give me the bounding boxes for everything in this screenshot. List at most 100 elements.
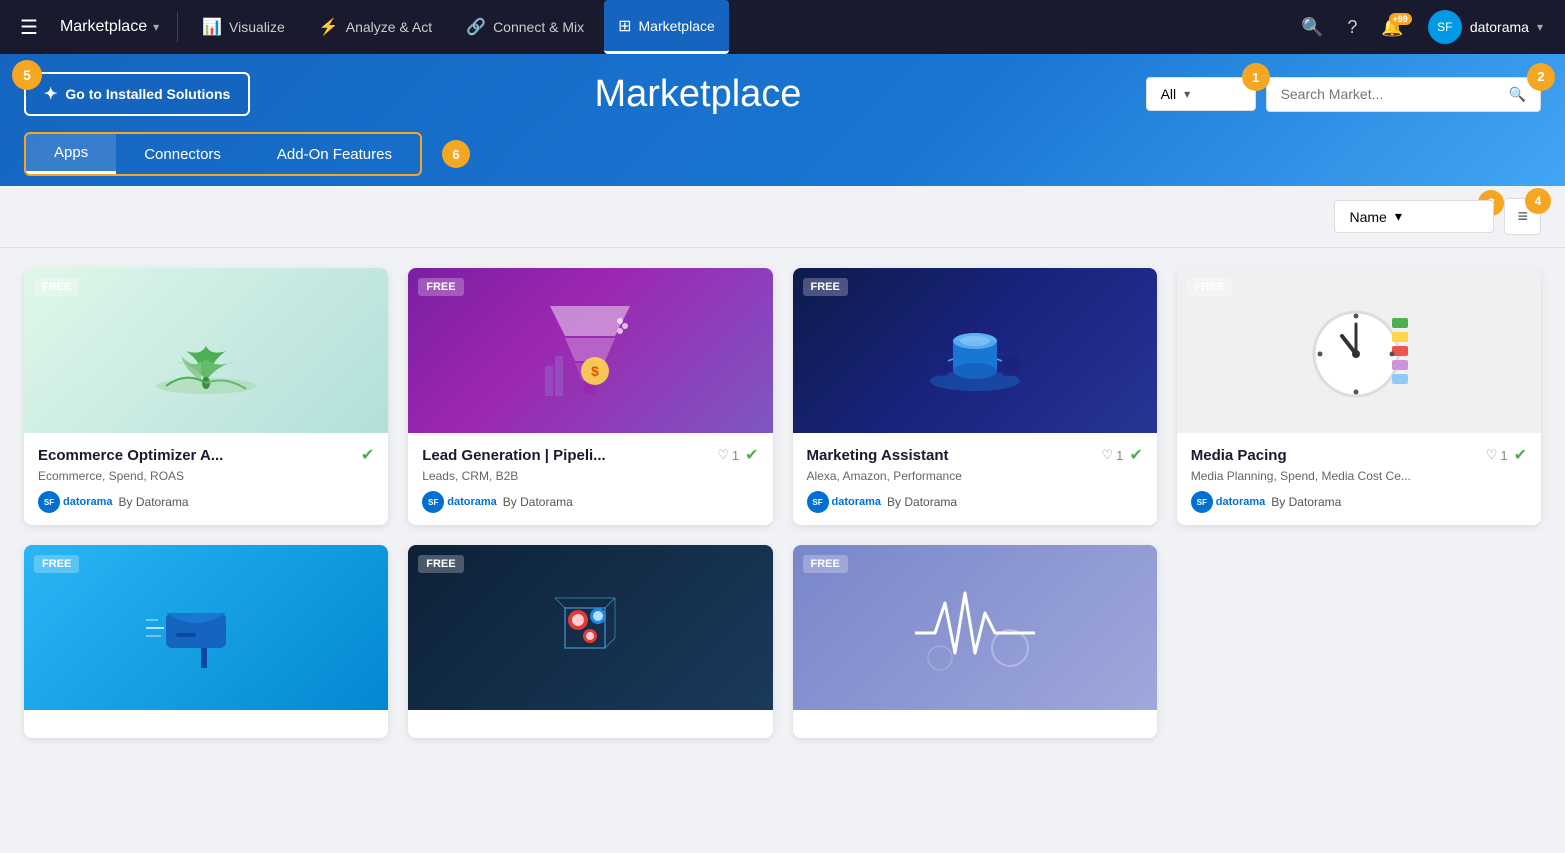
card-email-body [24, 710, 388, 738]
card-marketing-like: ♡ 1 [1101, 447, 1123, 463]
card-ecommerce-author: SF datorama By Datorama [38, 491, 374, 513]
tabs-header-row: Apps Connectors Add-On Features 6 [24, 132, 1541, 186]
card-lead-gen-check-icon: ✔ [745, 445, 758, 465]
card-marketing-tags: Alexa, Amazon, Performance [807, 469, 1143, 483]
notifications-button[interactable]: 🔔 +99 [1371, 11, 1413, 44]
badge-2: 2 [1527, 63, 1555, 91]
card-email-badge: FREE [34, 555, 79, 573]
card-media-pacing-check-icon: ✔ [1514, 445, 1527, 465]
visualize-label: Visualize [229, 19, 285, 35]
gears-illustration [540, 578, 640, 678]
card-gears[interactable]: FREE [408, 545, 772, 738]
funnel-illustration: $ [540, 296, 640, 406]
salesforce-icon-3: SF [807, 491, 829, 513]
card-media-pacing-icons: ♡ 1 ✔ [1486, 445, 1527, 465]
connect-icon: 🔗 [466, 17, 486, 37]
badge-1: 1 [1242, 63, 1270, 91]
tab-addons[interactable]: Add-On Features [249, 136, 420, 173]
filter-value: All [1161, 86, 1177, 102]
brand-chevron-icon: ▾ [153, 20, 159, 34]
visualize-icon: 📊 [202, 17, 222, 37]
nav-right: 🔍 ? 🔔 +99 SF datorama ▾ [1291, 6, 1553, 48]
card-ecommerce-image: FREE [24, 268, 388, 433]
filter-dropdown[interactable]: All ▾ [1146, 77, 1256, 111]
tab-apps[interactable]: Apps [26, 134, 116, 174]
badge-4: 4 [1525, 188, 1551, 214]
card-media-pacing-author: SF datorama By Datorama [1191, 491, 1527, 513]
brand-text: Marketplace [60, 18, 147, 36]
search-area: 1 All ▾ 2 🔍 [1146, 77, 1541, 112]
search-nav-button[interactable]: 🔍 [1291, 11, 1333, 44]
card-media-pacing-title: Media Pacing [1191, 447, 1287, 464]
datorama-logo-3: SF datorama [807, 491, 882, 513]
mail-illustration [146, 578, 266, 678]
cards-wrapper: FREE [24, 268, 1541, 738]
tabs-row: Apps Connectors Add-On Features [24, 132, 422, 176]
card-marketing-badge: FREE [803, 278, 848, 296]
card-ecommerce-body: Ecommerce Optimizer A... ✔ Ecommerce, Sp… [24, 433, 388, 525]
sort-chevron-icon: ▾ [1395, 208, 1402, 225]
salesforce-icon: SF [38, 491, 60, 513]
card-ecommerce-author-name: By Datorama [119, 495, 189, 509]
tab-connectors[interactable]: Connectors [116, 136, 249, 173]
salesforce-icon-4: SF [1191, 491, 1213, 513]
installed-btn-label: Go to Installed Solutions [65, 86, 230, 102]
installed-icon: ✦ [44, 84, 57, 104]
card-lead-gen-body: Lead Generation | Pipeli... ♡ 1 ✔ Leads,… [408, 433, 772, 525]
nav-item-visualize[interactable]: 📊 Visualize [188, 0, 299, 54]
card-lead-gen-image: FREE $ [408, 268, 772, 433]
card-ecommerce-tags: Ecommerce, Spend, ROAS [38, 469, 374, 483]
nav-separator [177, 12, 178, 42]
nav-item-connect[interactable]: 🔗 Connect & Mix [452, 0, 598, 54]
sort-bar: 3 Name ▾ 4 ≡ [0, 186, 1565, 248]
card-email[interactable]: FREE [24, 545, 388, 738]
salesforce-icon-2: SF [422, 491, 444, 513]
card-pulse-image: FREE [793, 545, 1157, 710]
sort-value: Name [1349, 209, 1386, 225]
card-media-pacing[interactable]: FREE [1177, 268, 1541, 525]
user-chevron-icon: ▾ [1537, 20, 1543, 34]
help-nav-button[interactable]: ? [1337, 11, 1367, 44]
search-box[interactable]: 🔍 [1266, 77, 1541, 112]
card-media-pacing-badge: FREE [1187, 278, 1232, 296]
hamburger-icon[interactable]: ☰ [12, 9, 46, 46]
card-lead-gen-author: SF datorama By Datorama [422, 491, 758, 513]
sort-dropdown[interactable]: Name ▾ [1334, 200, 1494, 233]
card-marketing-title-row: Marketing Assistant ♡ 1 ✔ [807, 445, 1143, 465]
brand-label[interactable]: Marketplace ▾ [52, 18, 167, 36]
username-label: datorama [1470, 19, 1529, 35]
card-lead-gen[interactable]: FREE $ [408, 268, 772, 525]
card-lead-gen-author-name: By Datorama [503, 495, 573, 509]
installed-solutions-button[interactable]: ✦ Go to Installed Solutions [24, 72, 250, 116]
nav-item-analyze[interactable]: ⚡ Analyze & Act [305, 0, 446, 54]
nav-item-marketplace[interactable]: ⊞ Marketplace [604, 0, 729, 54]
analyze-label: Analyze & Act [346, 19, 432, 35]
card-marketing-check-icon: ✔ [1129, 445, 1142, 465]
card-marketing[interactable]: FREE [793, 268, 1157, 525]
svg-text:$: $ [591, 363, 599, 379]
card-ecommerce-check-icon: ✔ [361, 445, 374, 465]
card-ecommerce[interactable]: FREE [24, 268, 388, 525]
notification-badge: +99 [1389, 13, 1412, 25]
card-marketing-image: FREE [793, 268, 1157, 433]
search-input[interactable] [1281, 86, 1501, 102]
analyze-icon: ⚡ [319, 17, 339, 37]
card-lead-gen-title-row: Lead Generation | Pipeli... ♡ 1 ✔ [422, 445, 758, 465]
avatar: SF [1428, 10, 1462, 44]
card-gears-image: FREE [408, 545, 772, 710]
card-lead-gen-like: ♡ 1 [717, 447, 739, 463]
card-gears-body [408, 710, 772, 738]
pulse-illustration [915, 583, 1035, 673]
top-nav: ☰ Marketplace ▾ 📊 Visualize ⚡ Analyze & … [0, 0, 1565, 54]
card-media-pacing-tags: Media Planning, Spend, Media Cost Ce... [1191, 469, 1527, 483]
card-marketing-icons: ♡ 1 ✔ [1101, 445, 1142, 465]
page-title: Marketplace [266, 73, 1129, 116]
card-marketing-title: Marketing Assistant [807, 447, 949, 464]
search-glass-icon: 🔍 [1509, 86, 1526, 103]
user-menu[interactable]: SF datorama ▾ [1418, 6, 1553, 48]
card-media-pacing-like: ♡ 1 [1486, 447, 1508, 463]
card-marketing-author: SF datorama By Datorama [807, 491, 1143, 513]
card-ecommerce-badge: FREE [34, 278, 79, 296]
card-pulse[interactable]: FREE [793, 545, 1157, 738]
datorama-logo-2: SF datorama [422, 491, 497, 513]
